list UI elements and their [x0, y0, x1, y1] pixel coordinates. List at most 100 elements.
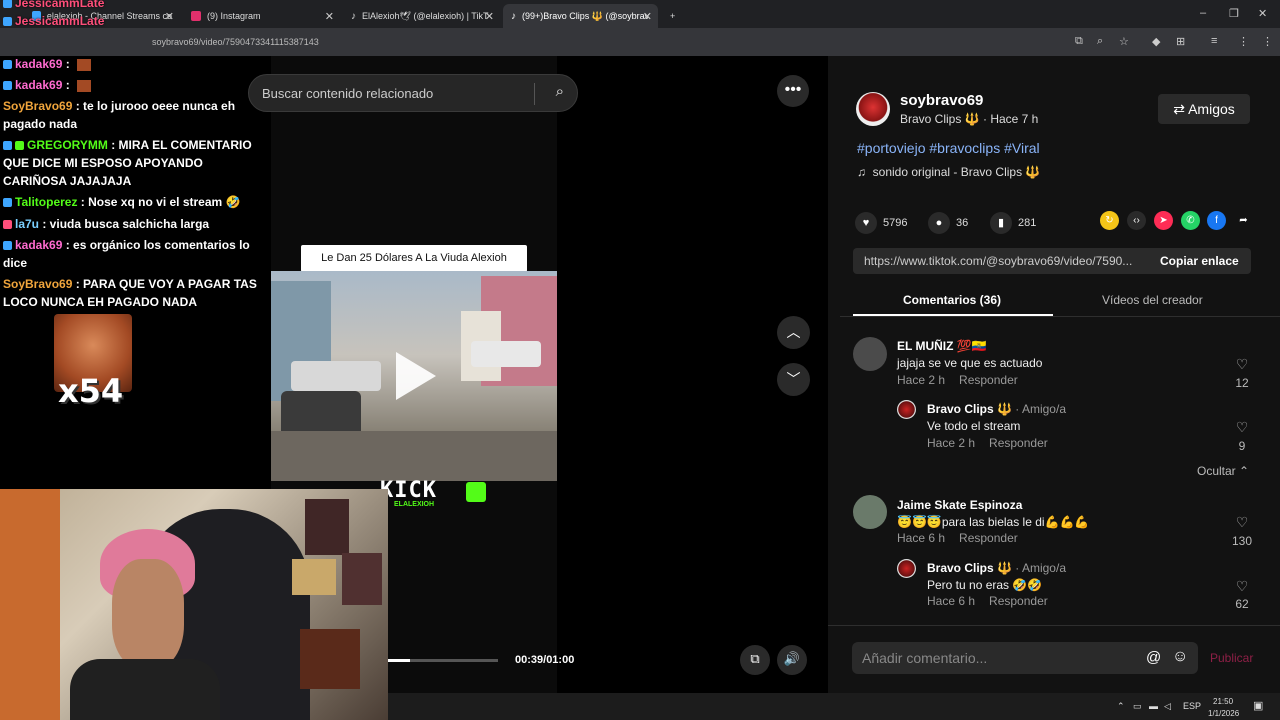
like-stat[interactable]: ♥ 5796 — [855, 212, 907, 234]
like-count: 5796 — [883, 217, 908, 229]
search-icon[interactable]: ⌕ — [556, 83, 564, 100]
reply-avatar[interactable] — [897, 559, 916, 578]
chat-message: kadak69 : — [3, 76, 261, 94]
previous-video-button[interactable]: ︿ — [777, 316, 810, 349]
next-video-button[interactable]: ﹀ — [777, 363, 810, 396]
notification-icon[interactable]: ▣ — [1253, 699, 1263, 712]
zoom-icon[interactable]: ⌕ — [1097, 35, 1103, 48]
comment-like-icon[interactable]: ♡ — [1227, 356, 1257, 373]
creator-display-name: Bravo Clips 🔱 — [900, 112, 980, 126]
comment-stat[interactable]: ● 36 — [928, 212, 968, 234]
reply-avatar[interactable] — [897, 400, 916, 419]
send-icon[interactable]: ➤ — [1154, 211, 1173, 230]
tab-creator-videos[interactable]: Vídeos del creador — [1102, 293, 1203, 307]
creator-subline: Bravo Clips 🔱 · Hace 7 h — [900, 112, 1038, 126]
pip-icon[interactable]: ⧉ — [740, 645, 770, 675]
tab-tiktok-elalexioh[interactable]: ♪ ElAlexioh🕊 (@elalexioh) | TikT ✕ — [343, 4, 500, 28]
volume-icon[interactable]: 🔊 — [777, 645, 807, 675]
battery-icon[interactable]: ▬ — [1149, 701, 1158, 711]
chat-text: : Nose xq no vi el stream 🤣 — [77, 195, 241, 209]
posted-time: · Hace 7 h — [982, 112, 1039, 126]
creator-avatar[interactable] — [856, 92, 890, 126]
chat-message: JessicammLate — [3, 0, 261, 12]
reply-like-count: 62 — [1235, 597, 1249, 611]
profile-icon[interactable]: ⋮ — [1238, 35, 1249, 48]
save-stat[interactable]: ▮ 281 — [990, 212, 1036, 234]
url-text[interactable]: soybravo69/video/7590473341115387143 — [152, 37, 319, 47]
commenter-avatar[interactable] — [853, 495, 887, 529]
hide-replies-button[interactable]: Ocultar ⌃ — [1197, 464, 1249, 478]
windows-taskbar — [388, 693, 1280, 720]
reading-list-icon[interactable]: ≡ — [1211, 35, 1217, 47]
tab-tiktok-bravo[interactable]: ♪ (99+)Bravo Clips 🔱 (@soybrav ✕ — [503, 4, 658, 28]
close-window-icon[interactable]: ✕ — [1258, 7, 1267, 20]
reply-like-icon[interactable]: ♡ — [1227, 419, 1257, 436]
repost-icon[interactable]: ↻ — [1100, 211, 1119, 230]
streamer-webcam — [0, 489, 388, 720]
chat-username: kadak69 — [15, 57, 63, 71]
close-icon[interactable]: ✕ — [643, 10, 652, 23]
kick-logo-icon — [466, 482, 486, 502]
reply-author[interactable]: Bravo Clips 🔱 · Amigo/a — [927, 561, 1066, 575]
chat-username: GREGORYMM — [27, 138, 108, 152]
facebook-icon[interactable]: f — [1207, 211, 1226, 230]
more-options-button[interactable]: ••• — [777, 75, 809, 107]
puzzle-icon[interactable]: ⊞ — [1176, 35, 1185, 48]
reply-author[interactable]: Bravo Clips 🔱 · Amigo/a — [927, 402, 1066, 416]
menu-icon[interactable]: ⋮ — [1262, 35, 1273, 48]
new-tab-button[interactable]: + — [662, 4, 683, 28]
chat-message: kadak69 : — [3, 55, 261, 73]
extension-icon[interactable]: ◆ — [1152, 35, 1160, 48]
hashtags[interactable]: #portoviejo #bravoclips #Viral — [857, 140, 1040, 156]
commenter-avatar[interactable] — [853, 337, 887, 371]
reply-like-count: 9 — [1238, 439, 1246, 453]
sound-link[interactable]: ♫ sonido original - Bravo Clips 🔱 — [857, 165, 1040, 179]
bookmark-star-icon[interactable]: ☆ — [1119, 35, 1129, 48]
reply-like-icon[interactable]: ♡ — [1227, 578, 1257, 595]
reply-button[interactable]: Responder — [959, 373, 1018, 387]
play-icon[interactable] — [396, 352, 436, 400]
friends-button[interactable]: ⇄ Amigos — [1158, 94, 1250, 124]
progress-fill — [388, 659, 410, 662]
chat-username: SoyBravo69 — [3, 277, 73, 291]
comment-meta: Hace 2 h Responder — [897, 373, 1018, 387]
restore-icon[interactable]: ❐ — [1229, 7, 1239, 20]
reply-button[interactable]: Responder — [989, 594, 1048, 608]
publish-button[interactable]: Publicar — [1210, 651, 1253, 665]
cast-icon[interactable]: ⧉ — [1075, 35, 1083, 48]
comment-author[interactable]: Jaime Skate Espinoza — [897, 498, 1022, 512]
embed-icon[interactable]: ‹› — [1127, 211, 1146, 230]
video-link[interactable]: https://www.tiktok.com/@soybravo69/video… — [864, 254, 1144, 268]
reply-text: Pero tu no eras 🤣🤣 — [927, 578, 1043, 592]
whatsapp-icon[interactable]: ✆ — [1181, 211, 1200, 230]
clock-date[interactable]: 1/1/2026 — [1208, 709, 1239, 718]
emoji-icon[interactable]: ☺ — [1172, 648, 1188, 666]
network-icon[interactable]: ▭ — [1133, 701, 1142, 712]
friends-icon: ⇄ — [1173, 101, 1185, 117]
volume-tray-icon[interactable]: ◁ — [1164, 701, 1171, 712]
comment-text: jajaja se ve que es actuado — [897, 356, 1043, 370]
tabs-divider — [840, 316, 1280, 317]
creator-username[interactable]: soybravo69 — [900, 92, 983, 109]
tab-comments[interactable]: Comentarios (36) — [903, 293, 1001, 307]
minimize-icon[interactable]: – — [1200, 7, 1206, 19]
share-arrow-icon[interactable]: ➦ — [1234, 211, 1253, 230]
copy-link-button[interactable]: Copiar enlace — [1160, 254, 1239, 268]
reply-button[interactable]: Responder — [989, 436, 1048, 450]
reply-button[interactable]: Responder — [959, 531, 1018, 545]
friend-tag: · Amigo/a — [1011, 561, 1066, 575]
reply-meta: Hace 2 h Responder — [927, 436, 1048, 450]
clock-time[interactable]: 21:50 — [1213, 697, 1233, 706]
mention-icon[interactable]: @ — [1146, 649, 1161, 666]
chat-message: la7u : viuda busca salchicha larga — [3, 215, 261, 233]
emote-icon — [77, 79, 92, 92]
close-icon[interactable]: ✕ — [325, 10, 334, 23]
language-indicator[interactable]: ESP — [1183, 701, 1201, 711]
close-icon[interactable]: ✕ — [485, 10, 494, 23]
comment-like-icon[interactable]: ♡ — [1227, 514, 1257, 531]
music-note-icon: ♫ — [857, 165, 866, 179]
related-search-input[interactable]: Buscar contenido relacionado ⌕ — [248, 74, 578, 112]
comment-author[interactable]: EL MUÑIZ 💯🇪🇨 — [897, 339, 987, 353]
chat-username: SoyBravo69 — [3, 99, 73, 113]
tray-chevron-icon[interactable]: ⌃ — [1117, 701, 1125, 712]
